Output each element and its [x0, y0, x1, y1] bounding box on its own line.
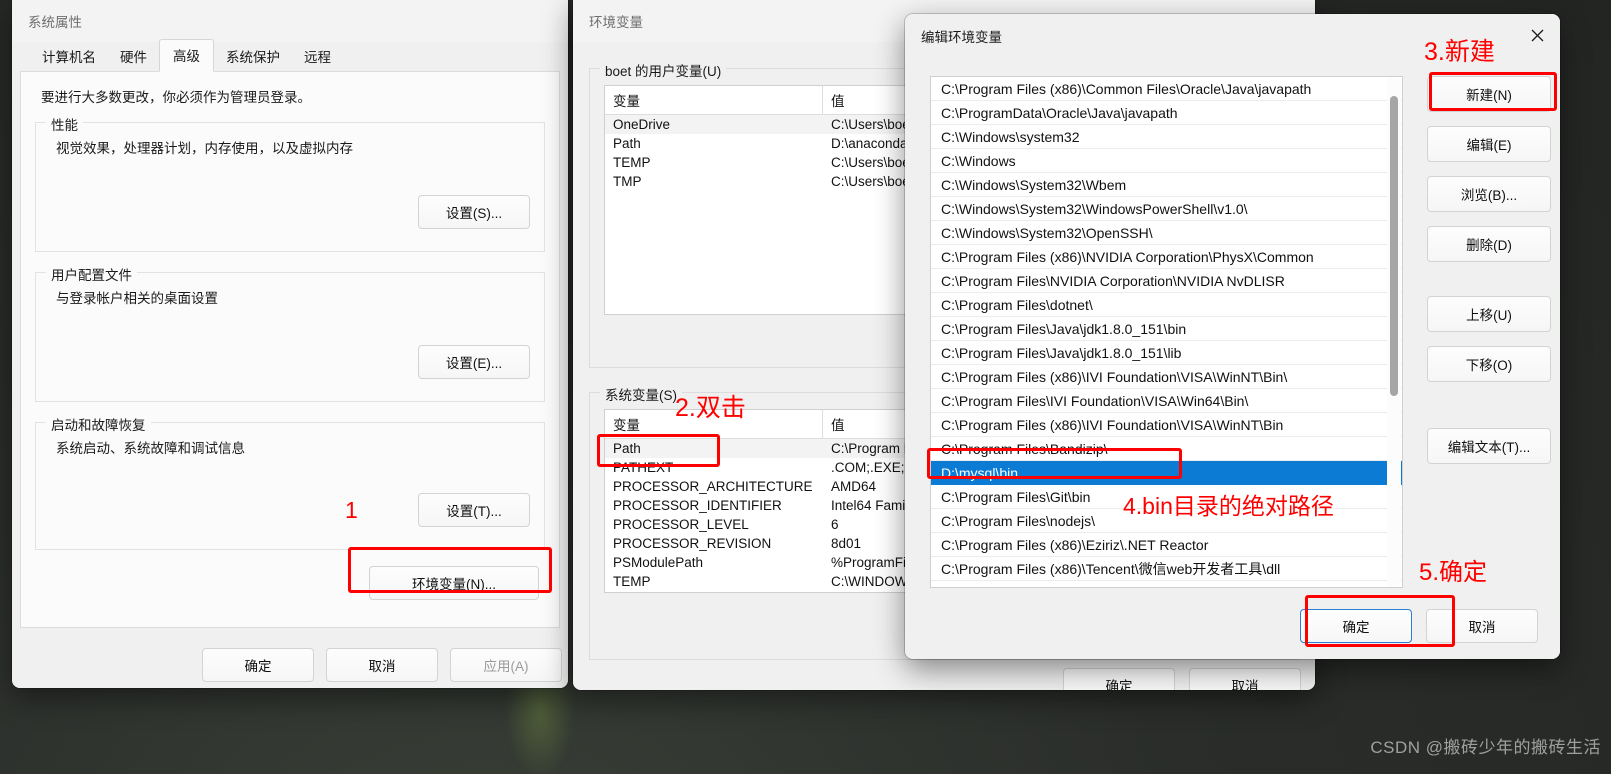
path-new-button[interactable]: 新建(N) — [1427, 76, 1551, 112]
annotation-1: 1 — [345, 497, 358, 523]
system-variable-name: PROCESSOR_ARCHITECTURE — [613, 479, 813, 494]
list-item[interactable]: C:\Program Files (x86)\NVIDIA Corporatio… — [931, 245, 1402, 269]
system-properties-tabstrip: 计算机名 硬件 高级 系统保护 远程 — [20, 39, 560, 72]
tab-advanced[interactable]: 高级 — [159, 39, 214, 72]
system-variable-name: TEMP — [613, 574, 651, 589]
list-item[interactable]: C:\Program Files (x86)\IVI Foundation\VI… — [931, 413, 1402, 437]
user-variables-group-label: boet 的用户变量(U) — [600, 60, 727, 80]
system-properties-ok-button[interactable]: 确定 — [202, 648, 314, 682]
list-item[interactable]: C:\Program Files (x86)\Common Files\Orac… — [931, 77, 1402, 101]
user-variable-name: TMP — [613, 174, 642, 189]
close-icon[interactable] — [1514, 14, 1560, 56]
system-properties-titlebar: 系统属性 — [12, 0, 568, 42]
environment-variables-button[interactable]: 环境变量(N)... — [369, 566, 539, 600]
system-variable-name: PROCESSOR_LEVEL — [613, 517, 749, 532]
system-properties-body: 计算机名 硬件 高级 系统保护 远程 要进行大多数更改，你必须作为管理员登录。 … — [12, 39, 568, 688]
tab-remote[interactable]: 远程 — [292, 41, 343, 72]
system-properties-footer: 确定 取消 应用(A) — [202, 648, 562, 682]
user-variables-col-name: 变量 — [605, 86, 823, 114]
list-item[interactable]: C:\Program Files\Bandizip\ — [931, 437, 1402, 461]
group-startup-recovery-label: 启动和故障恢复 — [46, 414, 151, 434]
path-delete-button[interactable]: 删除(D) — [1427, 226, 1551, 262]
path-list-scrollbar[interactable] — [1387, 78, 1401, 586]
list-item[interactable]: C:\Program Files\IVI Foundation\VISA\Win… — [931, 389, 1402, 413]
user-variable-name: OneDrive — [613, 117, 671, 132]
system-properties-apply-button: 应用(A) — [450, 648, 562, 682]
system-variables-group-label: 系统变量(S) — [600, 384, 682, 404]
annotation-5: 5.确定 — [1419, 559, 1488, 586]
path-move-down-button[interactable]: 下移(O) — [1427, 346, 1551, 382]
system-properties-window: 系统属性 计算机名 硬件 高级 系统保护 远程 要进行大多数更改，你必须作为管理… — [12, 0, 568, 688]
list-item[interactable]: C:\Program Files\dotnet\ — [931, 293, 1402, 317]
annotation-4: 4.bin目录的绝对路径 — [1123, 493, 1334, 519]
path-list-scroll-thumb[interactable] — [1390, 96, 1398, 396]
path-browse-button[interactable]: 浏览(B)... — [1427, 176, 1551, 212]
system-properties-title: 系统属性 — [28, 15, 82, 30]
group-performance-label: 性能 — [46, 114, 83, 134]
group-user-profiles-text: 与登录帐户相关的桌面设置 — [56, 291, 218, 306]
environment-variables-title: 环境变量 — [589, 15, 643, 30]
list-item[interactable]: C:\Program Files\Java\jdk1.8.0_151\bin — [931, 317, 1402, 341]
system-variable-name: PROCESSOR_REVISION — [613, 536, 772, 551]
group-startup-recovery: 启动和故障恢复 系统启动、系统故障和调试信息 设置(T)... — [35, 414, 545, 550]
system-variable-name: PROCESSOR_IDENTIFIER — [613, 498, 782, 513]
annotation-2: 2.双击 — [675, 394, 746, 422]
system-variable-name: Path — [613, 441, 641, 456]
group-performance-text: 视觉效果，处理器计划，内存使用，以及虚拟内存 — [56, 141, 353, 156]
environment-variables-ok-button[interactable]: 确定 — [1063, 668, 1175, 690]
performance-settings-button[interactable]: 设置(S)... — [418, 195, 530, 229]
desktop: 系统属性 计算机名 硬件 高级 系统保护 远程 要进行大多数更改，你必须作为管理… — [0, 0, 1611, 774]
group-user-profiles: 用户配置文件 与登录帐户相关的桌面设置 设置(E)... — [35, 264, 545, 402]
list-item[interactable]: C:\Program Files\Java\jdk1.8.0_151\lib — [931, 341, 1402, 365]
list-item[interactable]: C:\Windows — [931, 149, 1402, 173]
list-item[interactable]: C:\Program Files\TortoiseGit\bin — [931, 581, 1402, 588]
advanced-tab-pane: 要进行大多数更改，你必须作为管理员登录。 性能 视觉效果，处理器计划，内存使用，… — [20, 72, 560, 628]
system-variable-name: PSModulePath — [613, 555, 704, 570]
system-variable-name: PATHEXT — [613, 460, 674, 475]
edit-environment-variable-ok-button[interactable]: 确定 — [1300, 609, 1412, 643]
user-variable-name: Path — [613, 136, 641, 151]
list-item-selected[interactable]: D:\mysql\bin — [931, 461, 1402, 485]
list-item[interactable]: C:\Program Files (x86)\Tencent\微信web开发者工… — [931, 557, 1402, 581]
startup-recovery-settings-button[interactable]: 设置(T)... — [418, 493, 530, 527]
admin-note: 要进行大多数更改，你必须作为管理员登录。 — [41, 90, 311, 105]
edit-environment-variable-footer: 确定 取消 — [1300, 609, 1538, 643]
path-edit-button[interactable]: 编辑(E) — [1427, 126, 1551, 162]
csdn-watermark: CSDN @搬砖少年的搬砖生活 — [1370, 738, 1601, 757]
path-list-side-buttons: 新建(N) 编辑(E) 浏览(B)... 删除(D) 上移(U) 下移(O) 编… — [1427, 76, 1551, 464]
list-item[interactable]: C:\Windows\System32\OpenSSH\ — [931, 221, 1402, 245]
group-startup-recovery-text: 系统启动、系统故障和调试信息 — [56, 441, 245, 456]
list-item[interactable]: C:\Windows\System32\WindowsPowerShell\v1… — [931, 197, 1402, 221]
list-item[interactable]: C:\ProgramData\Oracle\Java\javapath — [931, 101, 1402, 125]
list-item[interactable]: C:\Program Files (x86)\IVI Foundation\VI… — [931, 365, 1402, 389]
list-item[interactable]: C:\Program Files (x86)\Eziriz\.NET React… — [931, 533, 1402, 557]
path-move-up-button[interactable]: 上移(U) — [1427, 296, 1551, 332]
user-variable-name: TEMP — [613, 155, 651, 170]
edit-environment-variable-title: 编辑环境变量 — [921, 30, 1002, 45]
list-item[interactable]: C:\Windows\system32 — [931, 125, 1402, 149]
tab-computer-name[interactable]: 计算机名 — [30, 41, 108, 72]
group-user-profiles-label: 用户配置文件 — [46, 264, 137, 284]
list-item[interactable]: C:\Windows\System32\Wbem — [931, 173, 1402, 197]
environment-variables-cancel-button[interactable]: 取消 — [1189, 668, 1301, 690]
path-edit-text-button[interactable]: 编辑文本(T)... — [1427, 428, 1551, 464]
edit-environment-variable-cancel-button[interactable]: 取消 — [1426, 609, 1538, 643]
tab-hardware[interactable]: 硬件 — [108, 41, 159, 72]
system-properties-cancel-button[interactable]: 取消 — [326, 648, 438, 682]
tab-system-protection[interactable]: 系统保护 — [214, 41, 292, 72]
group-performance: 性能 视觉效果，处理器计划，内存使用，以及虚拟内存 设置(S)... — [35, 114, 545, 252]
user-profiles-settings-button[interactable]: 设置(E)... — [418, 345, 530, 379]
list-item[interactable]: C:\Program Files\NVIDIA Corporation\NVID… — [931, 269, 1402, 293]
annotation-3: 3.新建 — [1424, 38, 1495, 66]
environment-variables-footer: 确定 取消 — [1063, 668, 1301, 690]
